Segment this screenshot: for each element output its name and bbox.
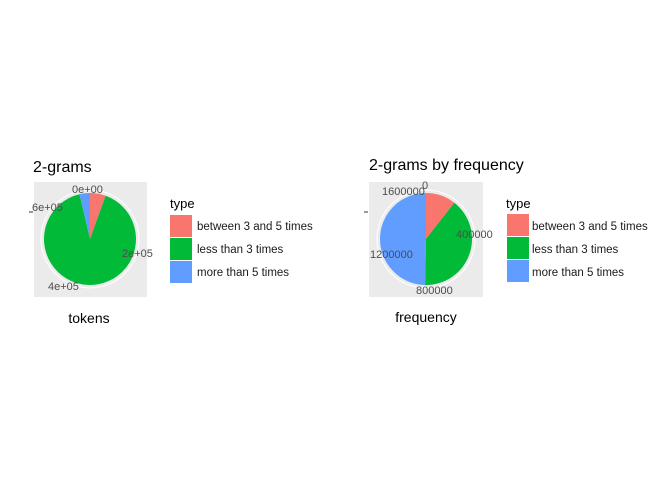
chart-1-x-axis-label: tokens: [68, 310, 109, 326]
chart-2-title: 2-grams by frequency: [369, 157, 524, 174]
chart-2-legend-title: type: [506, 196, 531, 211]
chart-2-tick-1: 400000: [456, 229, 493, 241]
chart-2-legend-label-2: more than 5 times: [532, 267, 624, 279]
chart-1-legend-label-2: more than 5 times: [197, 267, 289, 279]
chart-2: 2-grams by frequency 0 400000 800000 120…: [364, 157, 648, 325]
chart-2-legend-key-1: [507, 237, 529, 259]
chart-1-legend: type between 3 and 5 times less than 3 t…: [170, 196, 313, 283]
chart-1-title: 2-grams: [33, 159, 92, 176]
chart-1-legend-label-1: less than 3 times: [197, 244, 284, 256]
chart-2-legend-key-2: [507, 260, 529, 282]
chart-canvas: 2-grams 0e+00 2e+05 4e+05 6e+05 tokens t…: [29, 157, 648, 326]
chart-2-legend-key-0: [507, 214, 529, 236]
chart-1-legend-title: type: [170, 196, 195, 211]
chart-1-tick-0: 0e+00: [72, 184, 103, 196]
chart-1: 2-grams 0e+00 2e+05 4e+05 6e+05 tokens t…: [29, 159, 313, 326]
chart-2-tick-3: 1200000: [370, 249, 413, 261]
chart-1-tick-1: 2e+05: [122, 248, 153, 260]
chart-1-legend-label-0: between 3 and 5 times: [197, 221, 313, 233]
chart-2-tick-4: 1600000: [382, 186, 425, 198]
chart-2-legend: type between 3 and 5 times less than 3 t…: [506, 196, 648, 282]
chart-1-tick-2: 4e+05: [48, 281, 79, 293]
chart-2-tick-2: 800000: [416, 285, 453, 297]
chart-2-legend-label-1: less than 3 times: [532, 244, 619, 256]
chart-1-legend-key-1: [170, 238, 192, 260]
chart-2-x-axis-label: frequency: [395, 309, 456, 325]
chart-1-tick-3: 6e+05: [32, 202, 63, 214]
chart-1-legend-key-0: [170, 215, 192, 237]
chart-2-legend-label-0: between 3 and 5 times: [532, 221, 648, 233]
chart-1-legend-key-2: [170, 261, 192, 283]
